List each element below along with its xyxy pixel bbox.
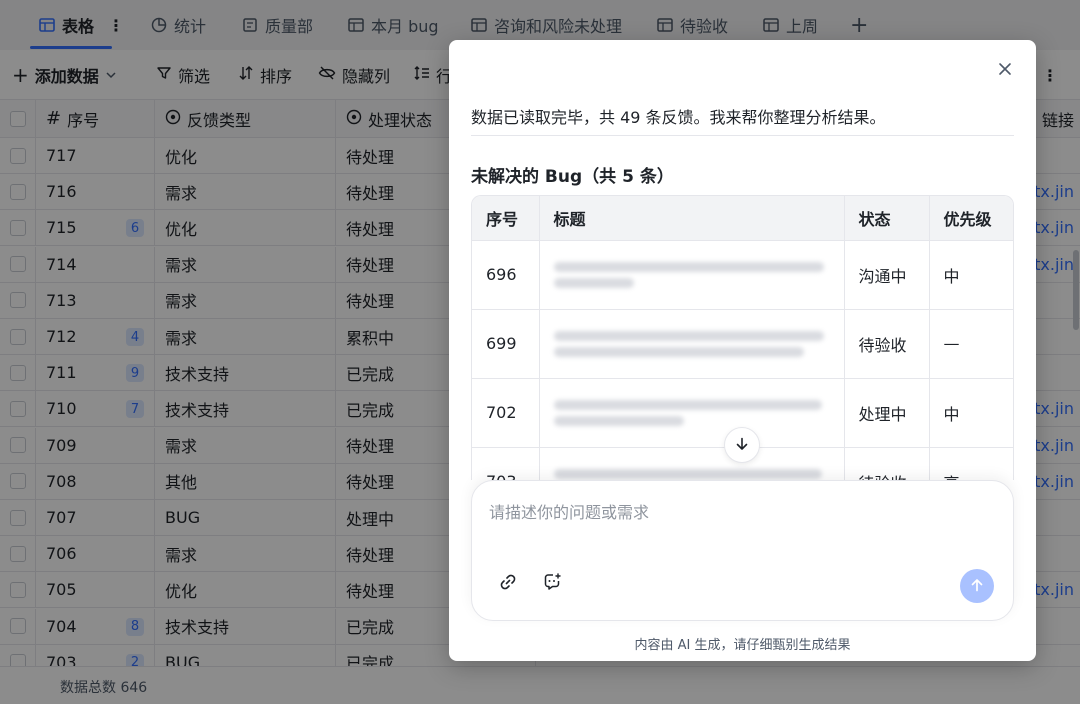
bug-title-redacted [539, 240, 845, 310]
message-input[interactable] [489, 499, 989, 539]
new-prompt-button[interactable] [538, 569, 568, 599]
bug-status: 待验收 [844, 447, 930, 480]
chat-sparkle-icon [543, 572, 563, 596]
bug-no: 699 [472, 309, 540, 379]
message-composer [471, 480, 1014, 621]
bug-priority: — [929, 309, 1013, 379]
link-icon [499, 573, 517, 595]
bug-priority: 中 [929, 240, 1013, 310]
arrow-down-icon [735, 436, 749, 455]
bug-table-header-cell: 状态 [844, 196, 930, 241]
bug-priority: 中 [929, 378, 1013, 448]
bug-status: 待验收 [844, 309, 930, 379]
ai-response-intro: 数据已读取完毕，共 49 条反馈。我来帮你整理分析结果。 [471, 108, 886, 127]
bug-title-redacted [539, 447, 845, 480]
arrow-up-icon [970, 577, 984, 596]
scroll-to-bottom-button[interactable] [724, 427, 760, 463]
bug-table-header: 序号 标题 状态 优先级 [472, 196, 1013, 241]
bug-no: 702 [472, 378, 540, 448]
bug-title-redacted [539, 309, 845, 379]
ai-disclaimer: 内容由 AI 生成，请仔细甄别生成结果 [634, 638, 851, 653]
bug-priority: 高 [929, 447, 1013, 480]
ai-assistant-dialog: 数据已读取完毕，共 49 条反馈。我来帮你整理分析结果。 未解决的 Bug（共 … [449, 40, 1036, 661]
bug-no: 703 [472, 447, 540, 480]
bug-table-header-cell: 标题 [539, 196, 845, 241]
divider [471, 135, 1014, 136]
section-title: 未解决的 Bug（共 5 条） [471, 167, 674, 187]
bug-no: 696 [472, 240, 540, 310]
bug-row: 696 沟通中 中 [472, 240, 1013, 310]
bug-table-header-cell: 序号 [472, 196, 540, 241]
bug-table-header-cell: 优先级 [929, 196, 1013, 241]
bug-status: 处理中 [844, 378, 930, 448]
attach-link-button[interactable] [493, 569, 523, 599]
close-button[interactable] [994, 59, 1016, 81]
bug-row: 699 待验收 — [472, 309, 1013, 379]
bug-title-redacted [539, 378, 845, 448]
bug-status: 沟通中 [844, 240, 930, 310]
close-icon [998, 61, 1012, 80]
send-button[interactable] [960, 569, 994, 603]
